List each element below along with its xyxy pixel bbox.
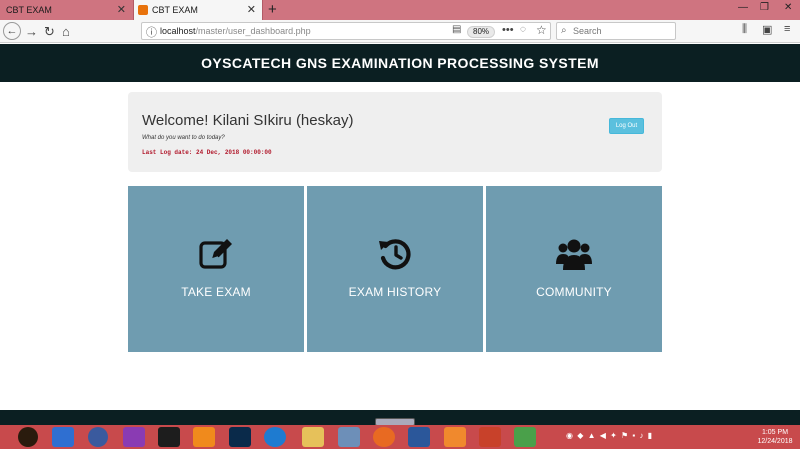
back-button[interactable]: ← [3, 22, 21, 40]
search-icon: ⌕ [561, 25, 567, 36]
taskbar-clock[interactable]: 1:05 PM 12/24/2018 [752, 428, 798, 446]
browser-tab-2[interactable]: CBT EXAM ✕ [133, 0, 263, 20]
browser-tab-strip: CBT EXAM ✕ CBT EXAM ✕ + — ❐ ✕ [0, 0, 800, 20]
taskbar-app-icon[interactable] [123, 427, 145, 447]
maximize-icon[interactable]: ❐ [760, 2, 769, 13]
pocket-icon[interactable]: ◌ [520, 24, 526, 35]
system-tray[interactable]: ◉ ◆ ▲ ◀ ✦ ⚑ ▪ ♪ ▮ [566, 431, 653, 440]
xampp-icon[interactable] [444, 427, 466, 447]
welcome-panel: Welcome! Kilani SIkiru (heskay) What do … [128, 92, 662, 172]
new-tab-button[interactable]: + [268, 1, 277, 18]
action-tiles: TAKE EXAM EXAM HISTORY COMMUNITY [128, 186, 662, 352]
zoom-level-badge[interactable]: 80% [467, 26, 496, 38]
clock-time: 1:05 PM [761, 429, 789, 436]
reload-button[interactable]: ↻ [44, 22, 55, 41]
welcome-prompt: What do you want to do today? [142, 135, 225, 141]
tile-label: EXAM HISTORY [348, 285, 442, 299]
taskbar-app-icon[interactable] [18, 427, 38, 447]
taskbar-app-icon[interactable] [514, 427, 536, 447]
users-icon [556, 239, 592, 270]
search-placeholder: Search [573, 26, 602, 36]
powerpoint-icon[interactable] [479, 427, 501, 447]
menu-icon[interactable]: ≡ [784, 23, 790, 35]
tab-title: CBT EXAM [6, 5, 52, 15]
exam-history-tile[interactable]: EXAM HISTORY [307, 186, 483, 352]
last-log-date: Last Log date: 24 Dec, 2018 00:00:00 [142, 149, 272, 156]
browser-tab-1[interactable]: CBT EXAM ✕ [0, 0, 132, 20]
bookmark-star-icon[interactable]: ☆ [536, 23, 547, 37]
edit-icon [199, 239, 232, 269]
taskbar-app-icon[interactable] [158, 427, 180, 447]
forward-button[interactable]: → [25, 22, 38, 41]
firefox-icon[interactable] [373, 427, 395, 447]
tab-title: CBT EXAM [152, 5, 198, 15]
vlc-icon[interactable] [193, 427, 215, 447]
taskbar-app-icon[interactable] [88, 427, 108, 447]
close-icon[interactable]: ✕ [247, 3, 256, 16]
site-header: OYSCATECH GNS EXAMINATION PROCESSING SYS… [0, 44, 800, 82]
taskbar-app-icon[interactable] [52, 427, 74, 447]
word-icon[interactable] [408, 427, 430, 447]
home-button[interactable]: ⌂ [62, 22, 70, 41]
reader-view-icon[interactable]: ▤ [452, 24, 461, 35]
community-tile[interactable]: COMMUNITY [486, 186, 662, 352]
search-input[interactable]: ⌕ Search [556, 22, 676, 40]
browser-toolbar: ← → ↻ ⌂ ⓘ localhost/master/user_dashboar… [0, 20, 800, 43]
dashboard-content: Welcome! Kilani SIkiru (heskay) What do … [0, 82, 800, 410]
taskbar-app-icon[interactable] [338, 427, 360, 447]
tile-label: COMMUNITY [536, 285, 612, 299]
file-explorer-icon[interactable] [302, 427, 324, 447]
window-close-icon[interactable]: ✕ [784, 2, 792, 13]
minimize-icon[interactable]: — [738, 2, 748, 13]
page-title: OYSCATECH GNS EXAMINATION PROCESSING SYS… [201, 55, 599, 71]
favicon-icon [138, 5, 148, 15]
library-icon[interactable]: ⫼ [742, 23, 747, 36]
url-text[interactable]: localhost/master/user_dashboard.php [160, 26, 311, 36]
info-icon[interactable]: ⓘ [146, 24, 157, 40]
tile-label: TAKE EXAM [181, 285, 251, 299]
welcome-greeting: Welcome! Kilani SIkiru (heskay) [142, 112, 354, 129]
site-footer [0, 410, 800, 426]
history-icon [379, 239, 411, 270]
url-bar[interactable]: ⓘ localhost/master/user_dashboard.php ▤ … [141, 22, 551, 40]
logout-button[interactable]: Log Out [609, 118, 644, 134]
close-icon[interactable]: ✕ [117, 3, 126, 16]
sidebar-icon[interactable]: ▣ [762, 23, 772, 36]
windows-taskbar: ◉ ◆ ▲ ◀ ✦ ⚑ ▪ ♪ ▮ 1:05 PM 12/24/2018 [0, 425, 800, 449]
take-exam-tile[interactable]: TAKE EXAM [128, 186, 304, 352]
help-icon[interactable] [264, 427, 286, 447]
page-actions-icon[interactable]: ••• [502, 24, 514, 36]
clock-date: 12/24/2018 [757, 438, 793, 445]
photoshop-icon[interactable] [229, 427, 251, 447]
